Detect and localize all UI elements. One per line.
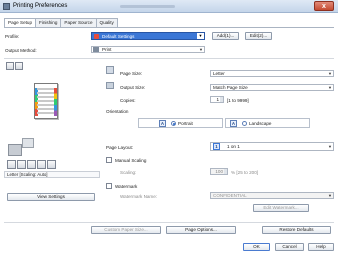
profile-label: Profile: <box>5 34 20 39</box>
chevron-down-icon: ▼ <box>328 71 332 76</box>
profile-value: Default Settings <box>102 34 135 39</box>
profile-select[interactable]: Default Settings ▼ <box>91 32 205 40</box>
output-size-value: Match Page Size <box>213 85 248 90</box>
separator <box>4 58 334 59</box>
copies-value: 1 <box>216 97 219 102</box>
text-line <box>37 112 55 114</box>
watermark-select[interactable]: CONFIDENTIAL ▼ <box>210 192 334 199</box>
text-line <box>37 104 55 106</box>
stapler-icon <box>22 138 34 148</box>
color-stripe-right <box>54 88 57 116</box>
orientation-label: Orientation <box>106 109 129 114</box>
watermark-value: CONFIDENTIAL <box>213 193 247 198</box>
watermark-checkbox[interactable] <box>106 183 112 189</box>
chevron-down-icon: ▼ <box>328 193 332 198</box>
ok-button[interactable]: OK <box>243 243 270 251</box>
output-method-value: Print <box>102 47 112 52</box>
title-bar-blur <box>120 5 175 8</box>
staple-icon <box>7 160 16 169</box>
booklet-icon <box>47 160 56 169</box>
portrait-icon: A <box>159 120 166 127</box>
manual-scaling-label: Manual Scaling <box>115 158 147 163</box>
landscape-label: Landscape <box>249 121 272 126</box>
view-settings-button[interactable]: View Settings <box>7 193 95 201</box>
copies-range: [1 to 9999] <box>227 98 249 103</box>
chevron-down-icon: ▼ <box>328 85 332 90</box>
spinner-icon[interactable] <box>220 97 223 102</box>
duplex-icon <box>37 160 46 169</box>
text-line <box>37 96 55 98</box>
chevron-down-icon: ▼ <box>199 47 203 52</box>
cancel-button[interactable]: Cancel <box>275 243 304 251</box>
printer-icon <box>3 3 10 10</box>
page-size-icon <box>106 66 114 74</box>
text-line <box>37 92 55 94</box>
landscape-icon: A <box>230 120 237 127</box>
landscape-radio[interactable] <box>242 121 247 126</box>
manual-scaling-checkbox[interactable] <box>106 157 112 163</box>
scaling-range: % [25 to 200] <box>231 170 259 175</box>
output-size-select[interactable]: Match Page Size ▼ <box>210 84 334 91</box>
edit-watermark-button[interactable]: Edit Watermark... <box>253 204 309 212</box>
preview-caption: Letter [Scaling: Auto] <box>4 171 100 178</box>
edit-profile-button[interactable]: Edit(2)... <box>245 32 272 40</box>
text-line <box>37 108 55 110</box>
landscape-option-box[interactable]: A Landscape <box>225 118 310 128</box>
tab-paper-source[interactable]: Paper Source <box>60 18 97 27</box>
output-method-select[interactable]: Print ▼ <box>91 46 205 53</box>
tab-divider <box>4 27 334 28</box>
chevron-down-icon: ▼ <box>328 144 332 149</box>
output-size-label: Output Size: <box>120 85 146 90</box>
tab-quality[interactable]: Quality <box>95 18 118 27</box>
page-layout-icon: 1 <box>213 143 220 150</box>
output-size-icon <box>106 82 114 89</box>
print-icon <box>93 47 99 52</box>
scaling-value: 100 <box>215 169 223 174</box>
close-button[interactable]: x <box>314 1 334 11</box>
page-preview-icon <box>34 83 58 119</box>
page-layout-label: Page Layout: <box>106 145 134 150</box>
portrait-option-box[interactable]: A Portrait <box>138 118 223 128</box>
scaling-label: Scaling: <box>120 170 137 175</box>
profile-icon <box>94 34 99 39</box>
output-method-label: Output Method: <box>5 48 37 53</box>
page-options-button[interactable]: Page Options... <box>166 226 236 234</box>
window-title: Printing Preferences <box>13 3 68 9</box>
tab-finishing[interactable]: Finishing <box>35 18 62 27</box>
help-button[interactable]: Help <box>308 243 334 251</box>
title-bar: Printing Preferences x <box>0 0 338 13</box>
copies-label: Copies: <box>120 98 136 103</box>
text-line <box>37 88 55 90</box>
separator <box>4 222 334 223</box>
watermark-name-label: Watermark Name: <box>120 194 158 199</box>
text-line <box>37 100 55 102</box>
printer-icon <box>8 144 22 156</box>
page-layout-select[interactable]: 1 1 on 1 ▼ <box>210 142 334 151</box>
portrait-label: Portrait <box>178 121 193 126</box>
page-size-label: Page Size: <box>120 71 143 76</box>
fold-icon <box>27 160 36 169</box>
portrait-radio[interactable] <box>171 121 176 126</box>
scaling-stepper[interactable]: 100 <box>210 168 228 175</box>
restore-defaults-button[interactable]: Restore Defaults <box>262 226 331 234</box>
tab-strip: Page Setup Finishing Paper Source Qualit… <box>4 18 118 28</box>
page-layout-value: 1 on 1 <box>227 144 240 149</box>
punch-icon <box>17 160 26 169</box>
page-size-select[interactable]: Letter ▼ <box>210 70 334 77</box>
watermark-label: Watermark <box>115 184 138 189</box>
page-size-value: Letter <box>213 71 225 76</box>
chevron-down-icon: ▼ <box>197 33 204 39</box>
copies-stepper[interactable]: 1 <box>210 96 224 103</box>
custom-paper-size-button[interactable]: Custom Paper Size... <box>91 226 161 234</box>
spinner-icon[interactable] <box>224 169 227 174</box>
add-profile-button[interactable]: Add(1)... <box>212 32 239 40</box>
